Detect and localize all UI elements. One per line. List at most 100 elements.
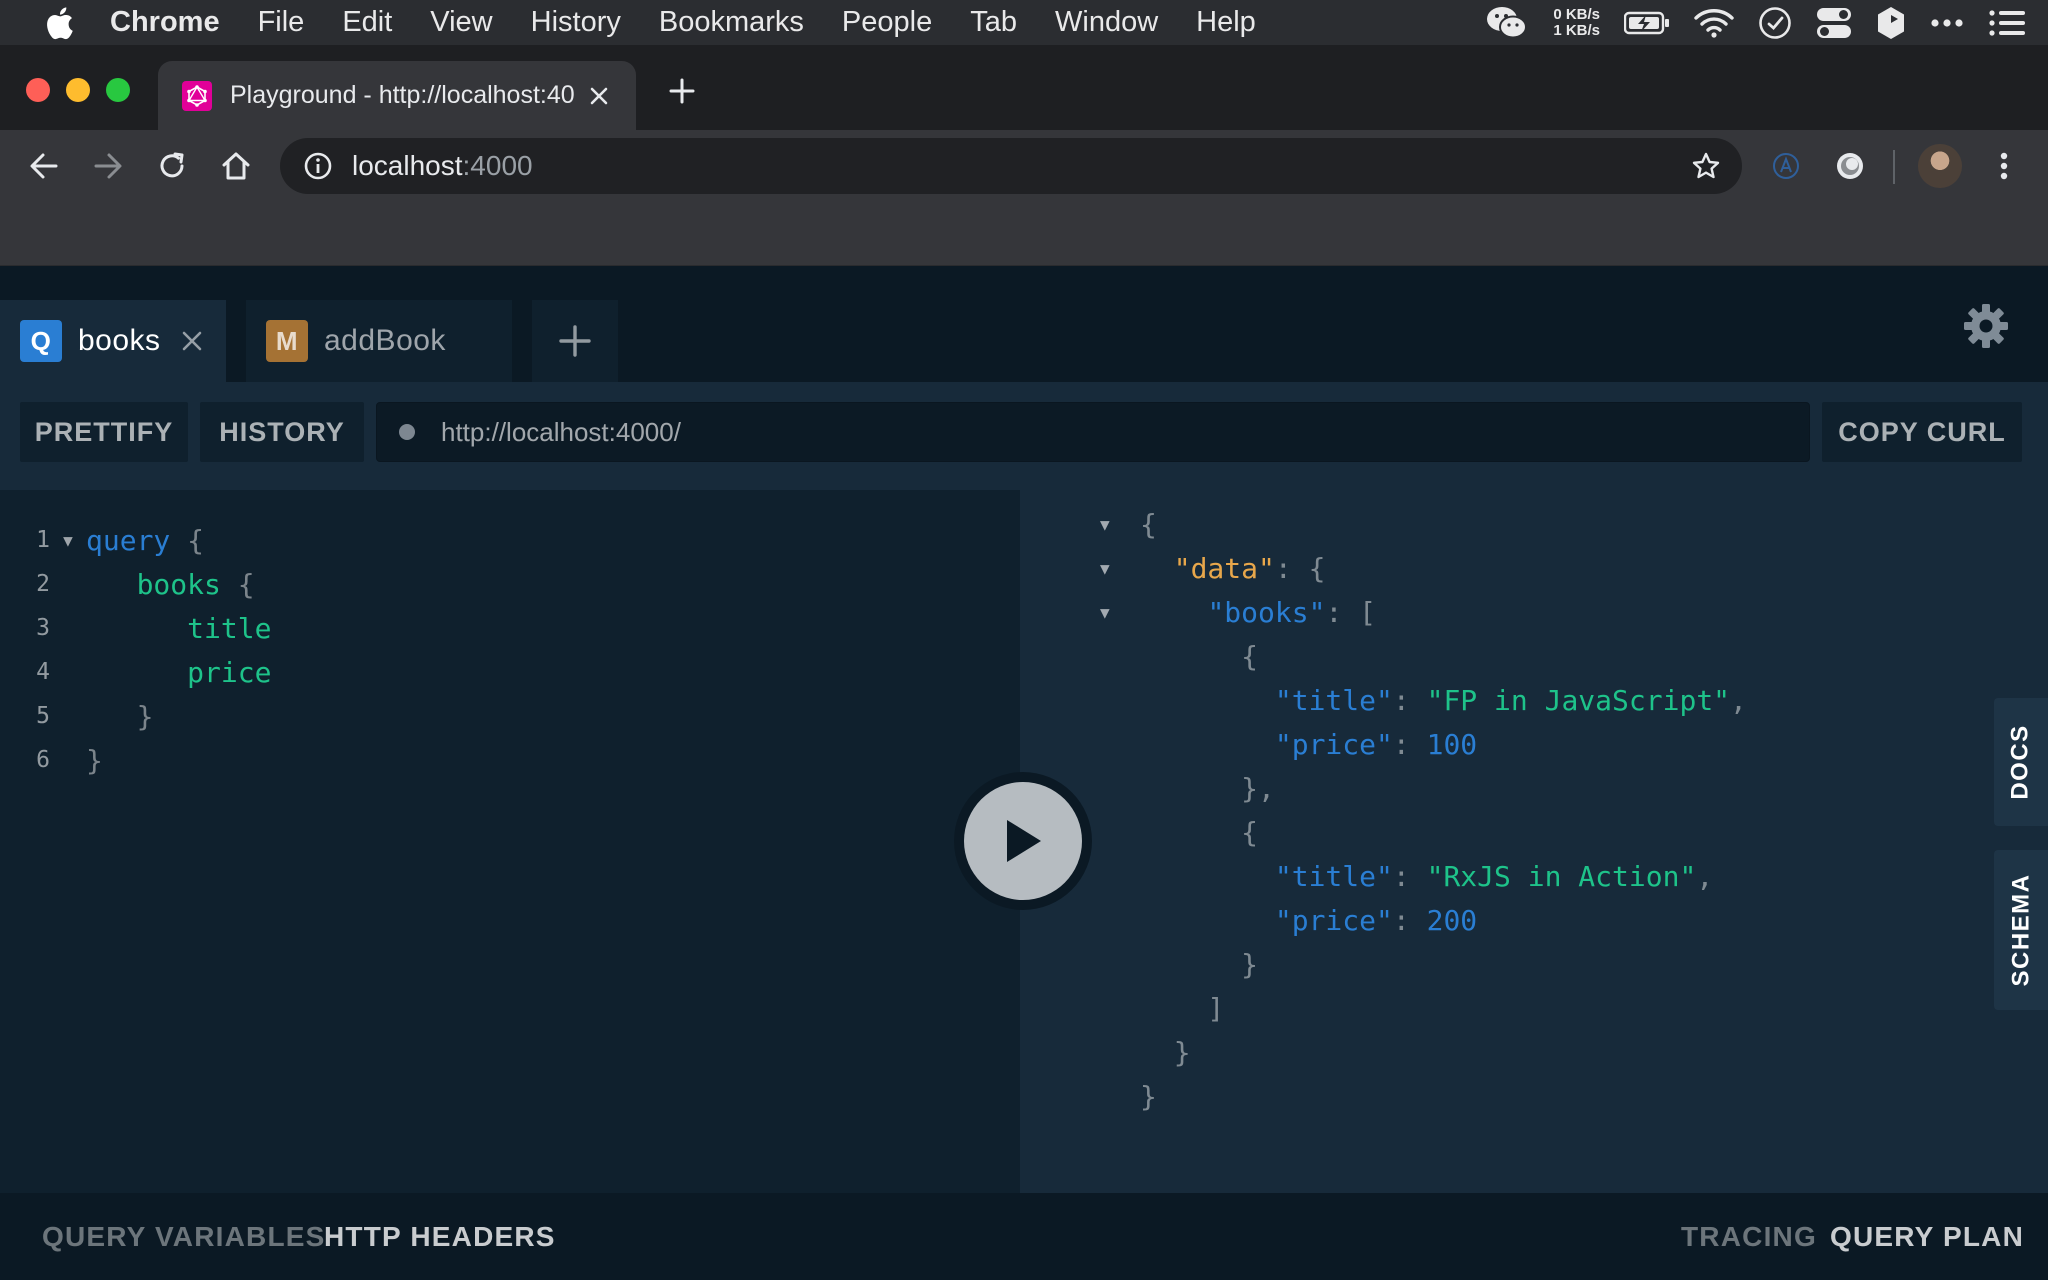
extension-circle-icon[interactable] <box>1830 146 1870 186</box>
query-field-books: books <box>136 567 221 601</box>
editor-line-3: 3 title <box>0 606 271 650</box>
query-badge: Q <box>20 320 62 362</box>
clock-icon[interactable] <box>1758 6 1792 40</box>
address-bar[interactable]: localhost:4000 <box>280 138 1742 194</box>
wifi-icon[interactable] <box>1694 8 1734 38</box>
new-tab-plus-icon[interactable] <box>664 73 700 109</box>
menu-view[interactable]: View <box>430 6 492 39</box>
copy-curl-button[interactable]: COPY CURL <box>1822 402 2022 462</box>
query-keyword: query <box>86 523 171 557</box>
docs-label: DOCS <box>2007 724 2034 800</box>
endpoint-url-input[interactable]: http://localhost:4000/ <box>376 402 1810 462</box>
fold-arrow-icon[interactable]: ▼ <box>1100 559 1140 578</box>
play-icon <box>964 782 1082 900</box>
query-field-price: price <box>187 655 272 689</box>
result-line-title-1: "title": "FP in JavaScript", <box>1274 683 1747 717</box>
result-key-books: "books" <box>1207 595 1326 629</box>
add-tab-plus-icon[interactable] <box>532 300 618 382</box>
line-number: 1 <box>36 527 50 553</box>
tab-books[interactable]: Q books <box>0 300 226 382</box>
history-button[interactable]: HISTORY <box>200 402 364 462</box>
result-key-price: "price" <box>1274 727 1393 761</box>
line-number: 4 <box>36 659 50 685</box>
menu-history[interactable]: History <box>531 6 621 39</box>
execute-query-button[interactable] <box>954 772 1092 910</box>
network-speed-indicator[interactable]: 0 KB/s 1 KB/s <box>1553 5 1600 39</box>
result-line: } <box>1140 1035 1191 1069</box>
mutation-badge: M <box>266 320 308 362</box>
browser-tab-playground[interactable]: Playground - http://localhost:4000 <box>158 61 636 130</box>
menu-file[interactable]: File <box>258 6 305 39</box>
schema-label: SCHEMA <box>2007 873 2035 987</box>
result-line-price-2: "price": 200 <box>1274 903 1478 937</box>
more-dots-icon[interactable] <box>1930 18 1964 28</box>
reload-icon[interactable] <box>152 146 192 186</box>
back-arrow-icon[interactable] <box>24 146 64 186</box>
result-value-title-2: "RxJS in Action" <box>1426 859 1697 893</box>
bookmarks-bar <box>0 202 2048 266</box>
wechat-icon[interactable] <box>1485 5 1529 41</box>
close-tab-icon[interactable] <box>179 328 205 354</box>
menu-tab[interactable]: Tab <box>970 6 1017 39</box>
toggle-switches-icon[interactable] <box>1816 6 1852 40</box>
window-close-button[interactable] <box>26 78 50 102</box>
tab-addbook[interactable]: M addBook <box>246 300 512 382</box>
menu-app-chrome[interactable]: Chrome <box>110 6 220 39</box>
tab-close-icon[interactable] <box>586 83 612 109</box>
line-number: 6 <box>36 747 50 773</box>
result-line-title-2: "title": "RxJS in Action", <box>1274 859 1714 893</box>
apple-icon[interactable] <box>40 4 78 42</box>
line-number: 3 <box>36 615 50 641</box>
toolbar-divider <box>1893 150 1895 184</box>
query-plan-tab[interactable]: QUERY PLAN <box>1830 1221 2024 1253</box>
result-key-price: "price" <box>1274 903 1393 937</box>
docs-side-tab[interactable]: DOCS <box>1994 698 2048 826</box>
hexagon-app-icon[interactable] <box>1876 6 1906 40</box>
result-key-data: "data" <box>1173 551 1275 585</box>
line-number: 5 <box>36 703 50 729</box>
browser-toolbar: localhost:4000 <box>0 130 2048 202</box>
tab-addbook-label: addBook <box>324 324 446 357</box>
bookmark-star-icon[interactable] <box>1690 150 1722 182</box>
prettify-button[interactable]: PRETTIFY <box>20 402 188 462</box>
list-icon[interactable] <box>1988 9 2026 37</box>
graphql-playground: Q books M addBook PRETTIFY HISTORY http:… <box>0 266 2048 1280</box>
forward-arrow-icon[interactable] <box>88 146 128 186</box>
extension-a-icon[interactable] <box>1766 146 1806 186</box>
menu-bookmarks[interactable]: Bookmarks <box>659 6 804 39</box>
profile-avatar[interactable] <box>1918 144 1962 188</box>
result-line: } <box>1140 1079 1157 1113</box>
fold-arrow-icon[interactable]: ▼ <box>1100 515 1140 534</box>
result-line-books: ▼ "books": [ <box>1100 595 1377 629</box>
window-zoom-button[interactable] <box>106 78 130 102</box>
chrome-menu-kebab-icon[interactable] <box>1984 146 2024 186</box>
settings-gear-icon[interactable] <box>1962 302 2010 350</box>
playground-footer: QUERY VARIABLES HTTP HEADERS TRACING QUE… <box>0 1193 2048 1280</box>
net-down-text: 1 KB/s <box>1553 21 1600 39</box>
editor-line-5: 5 } <box>0 694 153 738</box>
schema-side-tab[interactable]: SCHEMA <box>1994 850 2048 1010</box>
query-field-title: title <box>187 611 272 645</box>
editor-line-2: 2 books { <box>0 562 254 606</box>
site-info-icon[interactable] <box>302 150 334 182</box>
result-line: { <box>1140 815 1259 849</box>
query-variables-tab[interactable]: QUERY VARIABLES <box>42 1221 326 1253</box>
menu-help[interactable]: Help <box>1196 6 1256 39</box>
endpoint-url-text: http://localhost:4000/ <box>441 416 681 447</box>
menu-edit[interactable]: Edit <box>342 6 392 39</box>
tracing-tab[interactable]: TRACING <box>1681 1221 1817 1253</box>
net-up-text: 0 KB/s <box>1553 5 1600 23</box>
http-headers-tab[interactable]: HTTP HEADERS <box>324 1221 556 1253</box>
home-icon[interactable] <box>216 146 256 186</box>
browser-tab-strip: Playground - http://localhost:4000 <box>0 45 2048 130</box>
menu-people[interactable]: People <box>842 6 932 39</box>
result-line: }, <box>1140 771 1275 805</box>
query-editor[interactable]: 1 ▼ query { 2 books { 3 title 4 price 5 } … <box>0 490 1020 1193</box>
battery-icon[interactable] <box>1624 11 1670 35</box>
menu-window[interactable]: Window <box>1055 6 1158 39</box>
window-minimize-button[interactable] <box>66 78 90 102</box>
result-line-data: ▼ "data": { <box>1100 551 1326 585</box>
fold-arrow-icon[interactable]: ▼ <box>50 531 86 550</box>
connection-status-dot <box>399 424 415 440</box>
fold-arrow-icon[interactable]: ▼ <box>1100 603 1140 622</box>
